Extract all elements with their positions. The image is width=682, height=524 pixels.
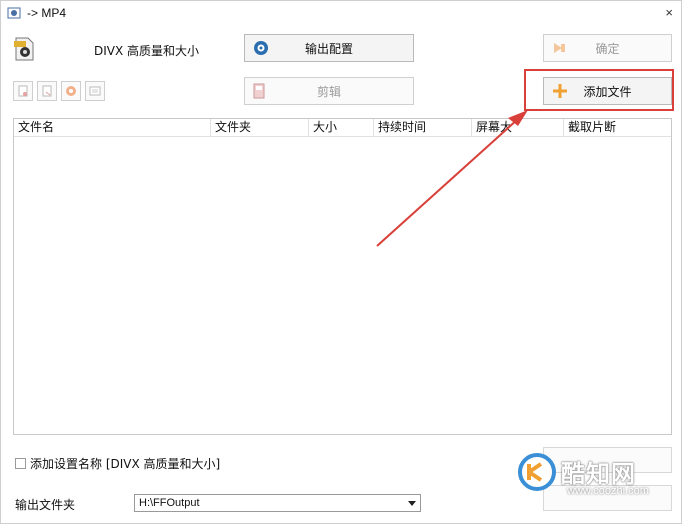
column-header-filename[interactable]: 文件名 [14, 119, 211, 137]
watermark-logo [515, 452, 559, 492]
app-icon [7, 6, 21, 20]
append-setting-option[interactable]: 添加设置名称 [DIVX 高质量和大小] [15, 455, 220, 472]
output-folder-label: 输出文件夹 [15, 498, 76, 512]
window-title: -> MP4 [27, 6, 67, 20]
clip-button[interactable]: 剪辑 [244, 77, 414, 105]
converter-window: -> MP4 × DIVX 高质量和大小 输出配置 确定 剪辑 添加文件 文件名… [0, 0, 682, 524]
column-header-duration[interactable]: 持续时间 [374, 119, 472, 137]
clear-list-icon[interactable] [37, 81, 57, 101]
ok-button[interactable]: 确定 [543, 34, 672, 62]
profile-label: DIVX 高质量和大小 [94, 44, 200, 58]
append-setting-checkbox[interactable] [15, 458, 26, 469]
ok-label: 确定 [595, 41, 620, 56]
file-list-header: 文件名 文件夹 大小 持续时间 屏幕大 截取片断 [14, 119, 671, 137]
settings-disc-icon [253, 40, 269, 56]
column-header-size[interactable]: 大小 [309, 119, 374, 137]
output-config-button[interactable]: 输出配置 [244, 34, 414, 62]
file-toolbar [13, 81, 105, 101]
video-file-icon [13, 37, 35, 61]
output-config-label: 输出配置 [304, 41, 353, 56]
output-folder-select[interactable]: H:\FFOutput [134, 494, 421, 512]
close-icon[interactable]: × [665, 5, 673, 20]
watermark-url: www.coozhi.com [567, 485, 649, 497]
clip-label: 剪辑 [316, 84, 341, 99]
highlight-box [524, 69, 674, 111]
file-list[interactable]: 文件名 文件夹 大小 持续时间 屏幕大 截取片断 [13, 118, 672, 435]
append-setting-label: 添加设置名称 [DIVX 高质量和大小] [30, 457, 221, 471]
column-header-screen-size[interactable]: 屏幕大 [472, 119, 564, 137]
remove-file-icon[interactable] [13, 81, 33, 101]
title-bar: -> MP4 × [1, 1, 681, 25]
media-info-icon[interactable] [85, 81, 105, 101]
film-clip-icon [253, 83, 267, 99]
ok-arrow-icon [552, 41, 568, 55]
dropdown-arrow-icon [408, 501, 416, 506]
column-header-clip[interactable]: 截取片断 [564, 119, 672, 137]
watermark-text: 酷知网 [561, 460, 636, 488]
play-icon[interactable] [61, 81, 81, 101]
output-folder-value: H:\FFOutput [139, 497, 200, 509]
column-header-folder[interactable]: 文件夹 [211, 119, 309, 137]
